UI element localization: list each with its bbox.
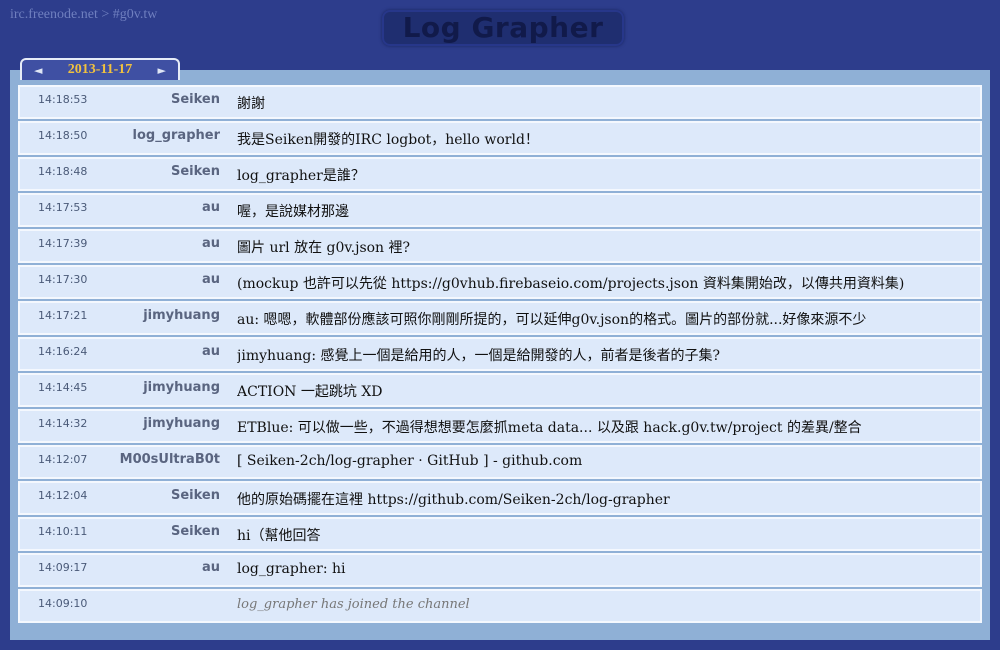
message-list: 14:18:53 Seiken 謝謝 14:18:50 log_grapher 我是Sei… bbox=[18, 85, 982, 625]
message-nick: Seiken bbox=[170, 524, 220, 539]
message-nick: Seiken bbox=[170, 488, 220, 503]
message-row: 14:17:21 jimyhuang au: 嗯嗯，軟體部份應該可照你剛剛所提的，可… bbox=[18, 301, 982, 335]
message-row: 14:14:32 jimyhuang ETBlue: 可以做一些，不過得想想要怎麼抓… bbox=[18, 409, 982, 443]
next-day-arrow-icon[interactable]: ► bbox=[158, 64, 166, 77]
message-text: [ Seiken-2ch/log-grapher · GitHub ] - gi… bbox=[237, 453, 583, 469]
message-time: 14:17:53 bbox=[38, 201, 88, 214]
message-time: 14:09:10 bbox=[38, 597, 88, 610]
message-row: 14:09:10 log_grapher has joined the chann… bbox=[18, 589, 982, 623]
message-time: 14:17:30 bbox=[38, 273, 88, 286]
prev-day-arrow-icon[interactable]: ◄ bbox=[34, 64, 42, 77]
message-time: 14:09:17 bbox=[38, 561, 88, 574]
message-row: 14:12:07 M00sUltraB0t [ Seiken-2ch/log-gra… bbox=[18, 445, 982, 479]
message-nick: jimyhuang bbox=[143, 416, 220, 431]
message-row: 14:16:24 au jimyhuang: 感覺上一個是給用的人，一個是給開發的人… bbox=[18, 337, 982, 371]
app-title-banner: Log Grapher bbox=[382, 10, 624, 46]
message-nick: jimyhuang bbox=[143, 380, 220, 395]
message-text: 謝謝 bbox=[237, 96, 265, 112]
message-text: ACTION 一起跳坑 XD bbox=[237, 384, 383, 400]
message-row: 14:17:53 au 喔，是說媒材那邊 bbox=[18, 193, 982, 227]
message-nick: Seiken bbox=[170, 164, 220, 179]
message-text: 我是Seiken開發的IRC logbot，hello world！ bbox=[237, 132, 539, 148]
message-time: 14:18:48 bbox=[38, 165, 88, 178]
message-row: 14:17:30 au (mockup 也許可以先從 https://g0vhub.… bbox=[18, 265, 982, 299]
message-row: 14:09:17 au log_grapher: hi bbox=[18, 553, 982, 587]
message-text: 喔，是說媒材那邊 bbox=[237, 204, 349, 220]
message-text: jimyhuang: 感覺上一個是給用的人，一個是給開發的人，前者是後者的子集? bbox=[237, 348, 721, 364]
message-row: 14:18:48 Seiken log_grapher是誰？ bbox=[18, 157, 982, 191]
message-nick: au bbox=[201, 272, 220, 287]
message-row: 14:10:11 Seiken hi（幫他回答 bbox=[18, 517, 982, 551]
message-row: 14:18:53 Seiken 謝謝 bbox=[18, 85, 982, 119]
message-nick: jimyhuang bbox=[143, 308, 220, 323]
message-row: 14:12:04 Seiken 他的原始碼擺在這裡 https://github.c… bbox=[18, 481, 982, 515]
message-nick: M00sUltraB0t bbox=[119, 452, 220, 467]
log-panel: 14:18:53 Seiken 謝謝 14:18:50 log_grapher 我是Sei… bbox=[10, 70, 990, 640]
message-text: au: 嗯嗯，軟體部份應該可照你剛剛所提的，可以延伸g0v.json的格式。圖片… bbox=[237, 312, 867, 328]
message-nick: au bbox=[201, 560, 220, 575]
date-navigator: ◄ 2013-11-17 ► bbox=[20, 58, 180, 80]
message-text: hi（幫他回答 bbox=[237, 528, 321, 544]
message-row: 14:18:50 log_grapher 我是Seiken開發的IRC logbot… bbox=[18, 121, 982, 155]
message-text: 圖片 url 放在 g0v.json 裡? bbox=[237, 240, 411, 256]
message-time: 14:12:04 bbox=[38, 489, 88, 502]
message-time: 14:10:11 bbox=[38, 525, 88, 538]
message-text: 他的原始碼擺在這裡 https://github.com/Seiken-2ch/… bbox=[237, 492, 670, 508]
message-nick: log_grapher bbox=[132, 128, 220, 143]
message-text: ETBlue: 可以做一些，不過得想想要怎麼抓meta data... 以及跟 … bbox=[237, 420, 862, 436]
message-nick: au bbox=[201, 344, 220, 359]
message-nick: au bbox=[201, 236, 220, 251]
message-nick: au bbox=[201, 200, 220, 215]
breadcrumb: irc.freenode.net > #g0v.tw bbox=[10, 7, 158, 22]
message-time: 14:18:50 bbox=[38, 129, 88, 142]
message-text: (mockup 也許可以先從 https://g0vhub.firebaseio… bbox=[237, 276, 905, 292]
message-time: 14:16:24 bbox=[38, 345, 88, 358]
message-row: 14:17:39 au 圖片 url 放在 g0v.json 裡? bbox=[18, 229, 982, 263]
message-time: 14:14:45 bbox=[38, 381, 88, 394]
message-time: 14:12:07 bbox=[38, 453, 88, 466]
current-date: 2013-11-17 bbox=[67, 62, 133, 77]
message-time: 14:14:32 bbox=[38, 417, 88, 430]
page-title: Log Grapher bbox=[402, 11, 604, 44]
message-time: 14:18:53 bbox=[38, 93, 88, 106]
message-text: log_grapher是誰？ bbox=[237, 168, 365, 184]
message-time: 14:17:21 bbox=[38, 309, 88, 322]
message-nick: Seiken bbox=[170, 92, 220, 107]
message-row: 14:14:45 jimyhuang ACTION 一起跳坑 XD bbox=[18, 373, 982, 407]
message-time: 14:17:39 bbox=[38, 237, 88, 250]
message-text: log_grapher has joined the channel bbox=[237, 597, 470, 612]
message-text: log_grapher: hi bbox=[237, 561, 346, 577]
